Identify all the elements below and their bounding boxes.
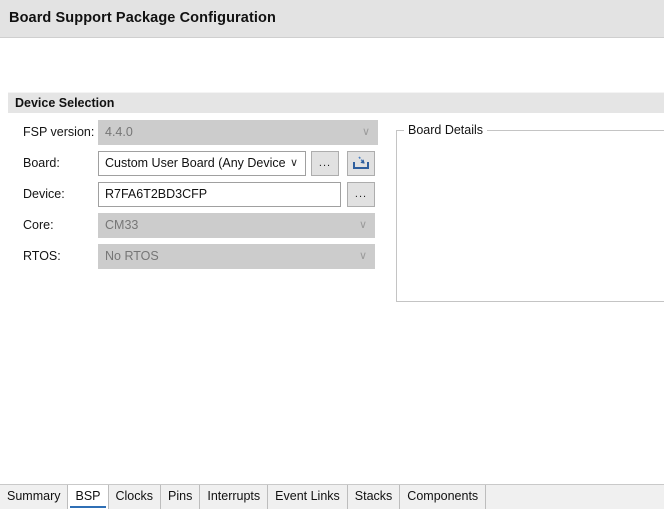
form-row-board: Board: Custom User Board (Any Device ∨ .…	[0, 151, 390, 177]
device-browse-button[interactable]: ...	[347, 182, 375, 207]
rtos-combobox[interactable]: No RTOS ∨	[98, 244, 375, 269]
tab-clocks[interactable]: Clocks	[109, 485, 162, 509]
tab-label: Summary	[7, 489, 60, 503]
board-label: Board:	[23, 156, 60, 170]
core-combobox[interactable]: CM33 ∨	[98, 213, 375, 238]
chevron-down-icon: ∨	[290, 152, 298, 175]
bottom-tab-bar: Summary BSP Clocks Pins Interrupts Event…	[0, 484, 664, 509]
form-row-device: Device: R7FA6T2BD3CFP ...	[0, 182, 390, 208]
device-label: Device:	[23, 187, 65, 201]
board-details-legend: Board Details	[404, 123, 487, 137]
fsp-version-label: FSP version:	[23, 125, 94, 139]
tab-label: Stacks	[355, 489, 393, 503]
chevron-down-icon: ∨	[359, 214, 367, 237]
section-title: Device Selection	[15, 96, 114, 110]
core-value: CM33	[105, 218, 138, 232]
chevron-down-icon: ∨	[362, 121, 370, 144]
tab-label: BSP	[75, 489, 100, 503]
form-row-rtos: RTOS: No RTOS ∨	[0, 244, 390, 270]
board-import-button[interactable]	[347, 151, 375, 176]
fsp-version-combobox[interactable]: 4.4.0 ∨	[98, 120, 378, 145]
rtos-value: No RTOS	[105, 249, 159, 263]
board-value: Custom User Board (Any Device	[105, 156, 286, 170]
device-selection-section-header: Device Selection	[8, 92, 664, 113]
tab-label: Pins	[168, 489, 192, 503]
page-title: Board Support Package Configuration	[9, 10, 276, 26]
chevron-down-icon: ∨	[359, 245, 367, 268]
tab-interrupts[interactable]: Interrupts	[200, 485, 268, 509]
form-row-fsp-version: FSP version: 4.4.0 ∨	[0, 120, 390, 146]
tab-pins[interactable]: Pins	[161, 485, 200, 509]
editor-title-bar: Board Support Package Configuration	[0, 0, 664, 38]
board-combobox[interactable]: Custom User Board (Any Device ∨	[98, 151, 306, 176]
device-input[interactable]: R7FA6T2BD3CFP	[98, 182, 341, 207]
tab-components[interactable]: Components	[400, 485, 486, 509]
form-row-core: Core: CM33 ∨	[0, 213, 390, 239]
tab-list: Summary BSP Clocks Pins Interrupts Event…	[0, 485, 486, 509]
import-board-icon	[348, 152, 374, 175]
board-browse-button[interactable]: ...	[311, 151, 339, 176]
fsp-version-value: 4.4.0	[105, 125, 133, 139]
tab-stacks[interactable]: Stacks	[348, 485, 401, 509]
device-value: R7FA6T2BD3CFP	[105, 187, 207, 201]
tab-label: Interrupts	[207, 489, 260, 503]
tab-label: Event Links	[275, 489, 340, 503]
tab-bsp[interactable]: BSP	[68, 485, 108, 509]
device-selection-form: FSP version: 4.4.0 ∨ Board: Custom User …	[0, 120, 390, 290]
tab-summary[interactable]: Summary	[0, 485, 68, 509]
core-label: Core:	[23, 218, 54, 232]
board-details-panel	[396, 130, 664, 302]
tab-event-links[interactable]: Event Links	[268, 485, 348, 509]
tab-label: Components	[407, 489, 478, 503]
rtos-label: RTOS:	[23, 249, 61, 263]
tab-label: Clocks	[116, 489, 154, 503]
